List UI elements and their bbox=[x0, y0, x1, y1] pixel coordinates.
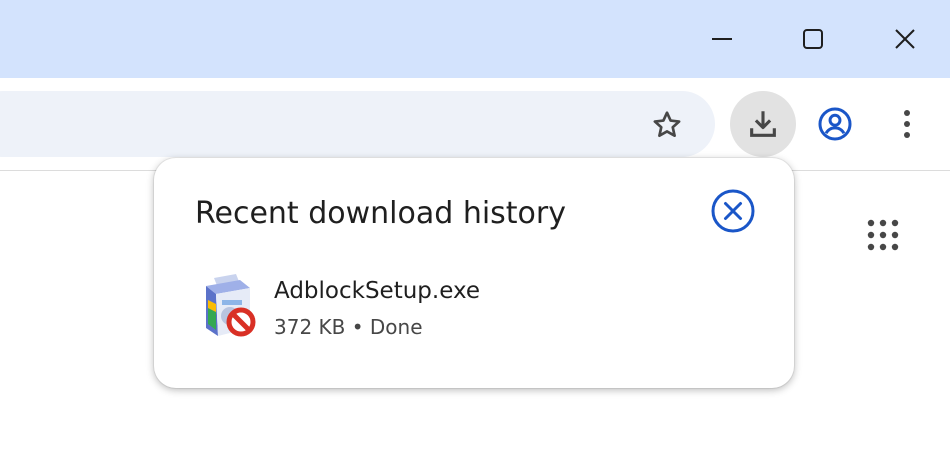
browser-menu-button[interactable] bbox=[886, 101, 928, 147]
downloads-button[interactable] bbox=[730, 91, 796, 157]
download-status: 372 KB • Done bbox=[274, 315, 423, 339]
download-history-popup: Recent download history AdblockSetup.exe bbox=[154, 158, 794, 388]
download-icon bbox=[750, 111, 776, 137]
profile-icon bbox=[818, 107, 852, 141]
close-popup-icon[interactable] bbox=[710, 188, 756, 234]
close-icon bbox=[895, 29, 915, 49]
installer-blocked-icon bbox=[206, 274, 256, 337]
title-bar bbox=[0, 0, 950, 78]
apps-grid-icon[interactable] bbox=[866, 218, 900, 252]
address-bar[interactable] bbox=[0, 91, 715, 157]
profile-button[interactable] bbox=[812, 101, 858, 147]
maximize-button[interactable] bbox=[768, 0, 858, 78]
maximize-icon bbox=[803, 29, 823, 49]
window-close-button[interactable] bbox=[860, 0, 950, 78]
bookmark-star-icon bbox=[653, 111, 681, 137]
popup-title: Recent download history bbox=[195, 196, 567, 231]
kebab-menu-icon bbox=[904, 110, 910, 138]
minimize-button[interactable] bbox=[677, 0, 767, 78]
download-file-name[interactable]: AdblockSetup.exe bbox=[274, 278, 480, 304]
bookmark-star-button[interactable] bbox=[648, 106, 686, 144]
minimize-icon bbox=[712, 38, 732, 40]
